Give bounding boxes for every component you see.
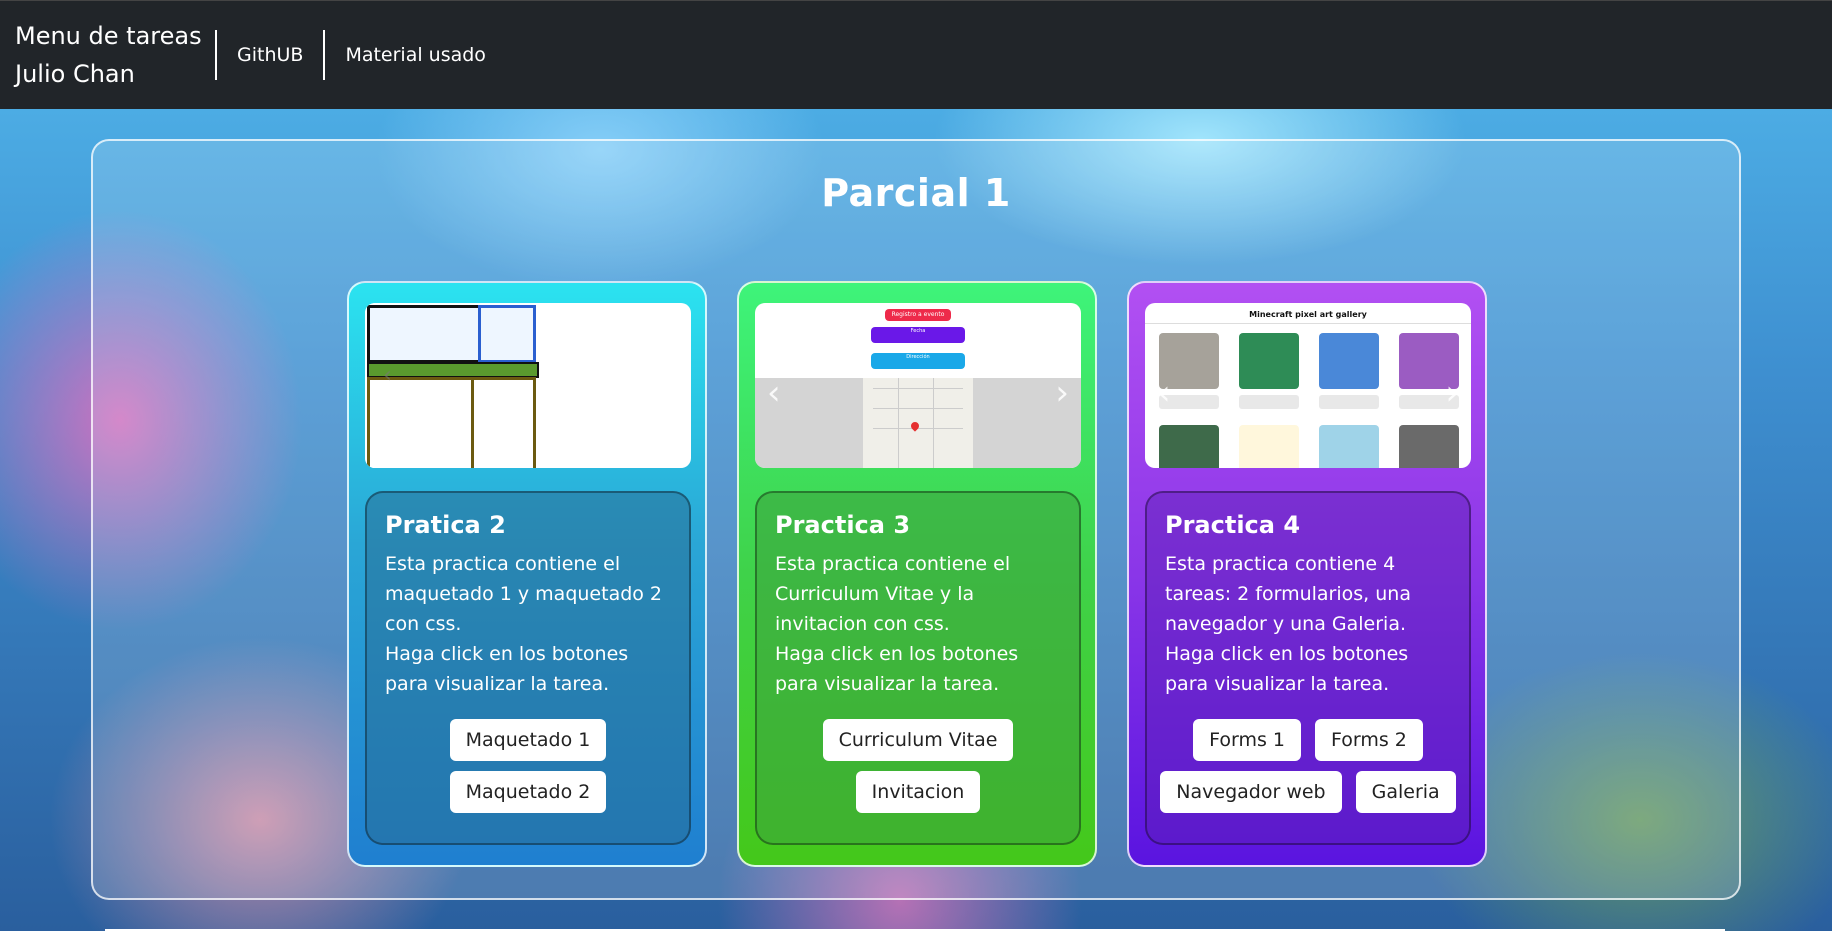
nav-link-material[interactable]: Material usado — [335, 44, 496, 66]
card-title: Practica 4 — [1165, 511, 1301, 539]
layout-block — [478, 305, 536, 363]
nav-separator — [323, 30, 326, 80]
invitacion-button[interactable]: Invitacion — [855, 771, 981, 813]
navegador-web-button[interactable]: Navegador web — [1160, 771, 1342, 813]
carousel-maquetado-preview[interactable]: ‹ — [365, 303, 691, 468]
chevron-left-icon[interactable]: ‹ — [383, 363, 392, 388]
brand-line-1: Menu de tareas — [15, 22, 202, 50]
card-info: Practica 3 Esta practica contiene el Cur… — [755, 491, 1081, 845]
chevron-left-icon[interactable]: ‹ — [1157, 373, 1171, 413]
card-description: Esta practica contiene el maquetado 1 y … — [385, 549, 671, 699]
maquetado-1-button[interactable]: Maquetado 1 — [449, 719, 607, 761]
layout-block — [367, 377, 475, 468]
pixel-art-tile — [1239, 333, 1299, 389]
description-line: Esta practica contiene el maquetado 1 y … — [385, 553, 663, 635]
chevron-right-icon[interactable]: › — [1445, 373, 1459, 413]
chevron-right-icon[interactable]: › — [1055, 373, 1069, 413]
card-info: Pratica 2 Esta practica contiene el maqu… — [365, 491, 691, 845]
card-description: Esta practica contiene 4 tareas: 2 formu… — [1165, 549, 1451, 699]
pixel-art-tile — [1159, 425, 1219, 468]
navbar-brand[interactable]: Menu de tareas Julio Chan — [15, 17, 205, 93]
panel-title: Parcial 1 — [821, 171, 1011, 215]
nav-separator — [215, 30, 217, 80]
tile-label — [1319, 395, 1379, 409]
nav-link-github[interactable]: GithUB — [227, 44, 313, 66]
card-title: Pratica 2 — [385, 511, 506, 539]
layout-block — [471, 377, 536, 468]
description-line: Haga click en los botones para visualiza… — [385, 643, 629, 695]
thumb-event-badge: Registro a evento DEMO — [885, 309, 951, 330]
layout-block — [367, 362, 539, 378]
description-line: Haga click en los botones para visualiza… — [775, 643, 1019, 695]
pixel-art-tile — [1239, 425, 1299, 468]
map-thumbnail — [863, 378, 973, 468]
description-line: Esta practica contiene 4 tareas: 2 formu… — [1165, 553, 1411, 635]
pixel-art-tile — [1399, 425, 1459, 468]
card-description: Esta practica contiene el Curriculum Vit… — [775, 549, 1061, 699]
tile-label — [1239, 395, 1299, 409]
description-line: Haga click en los botones para visualiza… — [1165, 643, 1409, 695]
card-info: Practica 4 Esta practica contiene 4 tare… — [1145, 491, 1471, 845]
maquetado-2-button[interactable]: Maquetado 2 — [449, 771, 607, 813]
carousel-gallery-preview[interactable]: Minecraft pixel art gallery ‹ › — [1145, 303, 1471, 468]
forms-2-button[interactable]: Forms 2 — [1315, 719, 1423, 761]
forms-1-button[interactable]: Forms 1 — [1193, 719, 1301, 761]
curriculum-vitae-button[interactable]: Curriculum Vitae — [822, 719, 1014, 761]
card-practica-3: Registro a evento DEMO Fecha Dirección ‹… — [737, 281, 1097, 867]
card-practica-4: Minecraft pixel art gallery ‹ › Practica… — [1127, 281, 1487, 867]
carousel-invitacion-preview[interactable]: Registro a evento DEMO Fecha Dirección ‹… — [755, 303, 1081, 468]
galeria-button[interactable]: Galeria — [1355, 771, 1456, 813]
card-pratica-2: ‹ Pratica 2 Esta practica contiene el ma… — [347, 281, 707, 867]
chevron-left-icon[interactable]: ‹ — [767, 373, 781, 413]
card-title: Practica 3 — [775, 511, 911, 539]
thumb-address-badge: Dirección — [871, 353, 965, 369]
top-navbar: Menu de tareas Julio Chan GithUB Materia… — [0, 0, 1832, 109]
description-line: Esta practica contiene el Curriculum Vit… — [775, 553, 1011, 635]
parcial-panel: Parcial 1 ‹ Pratica 2 Esta practica cont… — [91, 139, 1741, 900]
pixel-art-tile — [1319, 425, 1379, 468]
thumb-date-badge: Fecha — [871, 327, 965, 343]
brand-line-2: Julio Chan — [15, 60, 135, 88]
layout-block — [367, 305, 482, 363]
pixel-art-tile — [1319, 333, 1379, 389]
map-pin-icon — [909, 420, 921, 432]
gallery-thumb-title: Minecraft pixel art gallery — [1145, 307, 1471, 324]
